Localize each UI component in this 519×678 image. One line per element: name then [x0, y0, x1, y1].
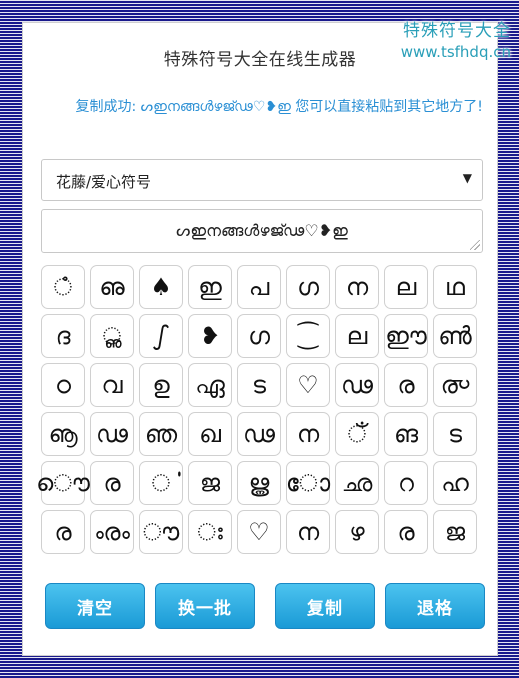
status-prefix: 复制成功: [75, 99, 137, 115]
symbol-cell[interactable]: ൞ [433, 363, 477, 407]
symbol-cell[interactable]: ♡ [286, 363, 330, 407]
dropdown-arrow-icon: ▼ [462, 171, 472, 185]
symbol-cell[interactable]: ഀ [41, 265, 85, 309]
symbol-cell[interactable]: പ [237, 265, 281, 309]
symbol-cell[interactable]: ന [335, 265, 379, 309]
symbol-cell[interactable]: ൟ [90, 510, 134, 554]
symbol-cell[interactable]: ൠ [237, 461, 281, 505]
symbol-cell[interactable]: ര [384, 510, 428, 554]
symbol-output-textarea[interactable]: ᔕഇനങ്ങൾഴജ്ഢ♡❥ഇ [41, 209, 483, 253]
symbol-cell[interactable]: ഌ [90, 265, 134, 309]
symbol-cell[interactable]: ങ [384, 412, 428, 456]
symbol-cell[interactable]: ഁ [335, 412, 379, 456]
clear-button[interactable]: 清空 [45, 583, 145, 629]
symbol-cell[interactable]: ൡ [41, 412, 85, 456]
symbol-cell[interactable]: ൢ [90, 314, 134, 358]
symbol-cell[interactable]: ൗ [139, 510, 183, 554]
symbol-cell[interactable]: ട [237, 363, 281, 407]
symbol-cell[interactable]: ഗ [286, 265, 330, 309]
category-select[interactable]: 花藤/爱心符号 ▼ [41, 159, 483, 201]
backspace-button[interactable]: 退格 [385, 583, 485, 629]
watermark-url: www.tsfhdq.cn [400, 43, 511, 61]
symbol-cell[interactable]: ഇ [188, 265, 232, 309]
symbol-cell[interactable]: ര [41, 510, 85, 554]
copy-status-message: 复制成功: ᔕഇനങ്ങൾഴജ്ഢ♡❥ഇ 您可以直接粘贴到其它地方了! [41, 95, 491, 119]
symbol-cell[interactable]: ഏ [188, 363, 232, 407]
symbol-cell[interactable]: ജ [433, 510, 477, 554]
output-text: ᔕഇനങ്ങൾഴജ്ഢ♡❥ഇ [176, 221, 348, 240]
symbol-cell[interactable]: ഢ [237, 412, 281, 456]
symbol-grid: ഀ ഌ ♠ ഇ പ ഗ ന ല ഥ ദൢ ഽ ❥ ഗ ⁐ ല ഈ ൺ ഠ വ ഉ ഏ ട ♡ ഢ ര ൞ ൡ ഢ ഞ ഖ ഢ നഁ ങ ടൌ ര ൎ ജ… [36, 265, 483, 557]
copy-button[interactable]: 复制 [275, 583, 375, 629]
symbol-cell[interactable]: ഽ [139, 314, 183, 358]
symbol-cell[interactable]: ജ [188, 461, 232, 505]
symbol-cell[interactable]: ഥ [433, 265, 477, 309]
symbol-cell[interactable]: ൎ [139, 461, 183, 505]
symbol-cell[interactable]: ദ [41, 314, 85, 358]
symbol-cell[interactable]: ന [286, 412, 330, 456]
generator-panel: 特殊符号大全在线生成器 复制成功: ᔕഇനങ്ങൾഴജ്ഢ♡❥ഇ 您可以直接粘贴… [22, 22, 498, 656]
symbol-cell[interactable]: ഞ [139, 412, 183, 456]
symbol-cell[interactable]: ♡ [237, 510, 281, 554]
resize-grip-icon[interactable] [470, 240, 480, 250]
symbol-cell[interactable]: ഛ [335, 461, 379, 505]
status-suffix: 您可以直接粘贴到其它地方了! [295, 99, 483, 115]
symbol-cell[interactable]: ല [384, 265, 428, 309]
symbol-cell[interactable]: ര [384, 363, 428, 407]
symbol-cell[interactable]: ൺ [433, 314, 477, 358]
symbol-cell[interactable]: ⁐ [286, 314, 330, 358]
status-symbols: ᔕഇനങ്ങൾഴജ്ഢ♡❥ഇ [140, 99, 291, 115]
symbol-cell[interactable]: ോ [286, 461, 330, 505]
symbol-cell[interactable]: ഴ [335, 510, 379, 554]
symbol-cell[interactable]: ഗ [237, 314, 281, 358]
symbol-cell[interactable]: ര [90, 461, 134, 505]
symbol-cell[interactable]: വ [90, 363, 134, 407]
symbol-cell[interactable]: ഈ [384, 314, 428, 358]
symbol-cell[interactable]: റ [384, 461, 428, 505]
symbol-cell[interactable]: ഉ [139, 363, 183, 407]
symbol-cell[interactable]: ട [433, 412, 477, 456]
symbol-cell[interactable]: ഃ [188, 510, 232, 554]
symbol-cell[interactable]: ♠ [139, 265, 183, 309]
action-buttons: 清空 换一批 复制 退格 [45, 583, 485, 629]
category-select-value: 花藤/爱心符号 [56, 173, 152, 191]
symbol-cell[interactable]: ല [335, 314, 379, 358]
watermark-title: 特殊符号大全 [403, 21, 511, 41]
symbol-cell[interactable]: ന [286, 510, 330, 554]
symbol-cell[interactable]: ഢ [90, 412, 134, 456]
symbol-cell[interactable]: ഹ [433, 461, 477, 505]
symbol-cell[interactable]: ഢ [335, 363, 379, 407]
change-batch-button[interactable]: 换一批 [155, 583, 255, 629]
symbol-cell[interactable]: ഠ [41, 363, 85, 407]
symbol-cell[interactable]: ൌ [36, 461, 90, 505]
symbol-cell[interactable]: ❥ [188, 314, 232, 358]
site-watermark: 特殊符号大全 www.tsfhdq.cn [401, 20, 511, 62]
symbol-cell[interactable]: ഖ [188, 412, 232, 456]
